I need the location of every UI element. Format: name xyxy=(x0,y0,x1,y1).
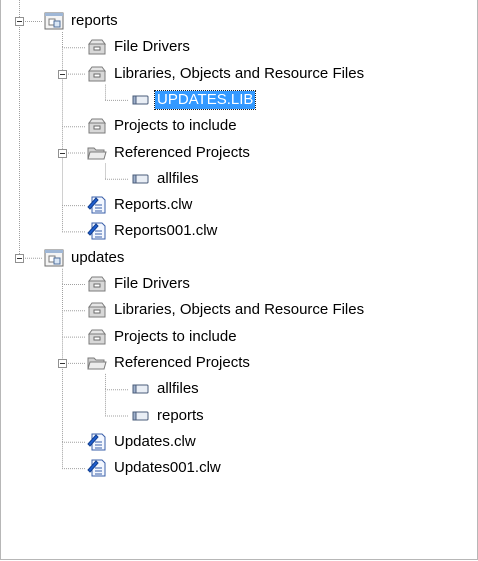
tree-node-label: File Drivers xyxy=(114,275,190,292)
tree-node-label: Updates.clw xyxy=(114,432,196,450)
project-icon xyxy=(44,249,64,267)
tree-node-label: Referenced Projects xyxy=(114,143,250,161)
tree-node-label: reports xyxy=(71,12,118,29)
tree-node-label: Updates001.clw xyxy=(114,459,221,477)
file-item-icon xyxy=(130,91,150,109)
tree-node-updates-lib[interactable]: UPDATES.LIB xyxy=(130,89,257,111)
tree-node-referenced-projects[interactable]: Referenced Projects xyxy=(87,142,252,164)
tree-node-file-drivers[interactable]: File Drivers xyxy=(87,36,192,58)
collapse-toggle-icon[interactable] xyxy=(58,358,67,368)
tree-node-label: Libraries, Objects and Resource Files xyxy=(114,301,365,319)
tree-node-label: Libraries, Objects and Resource Files xyxy=(114,64,365,82)
tree-node-file-drivers[interactable]: File Drivers xyxy=(87,273,192,295)
drawer-icon xyxy=(87,117,107,135)
tree-node-reports001-clw[interactable]: Reports001.clw xyxy=(87,220,219,242)
tree-node-updates-clw[interactable]: Updates.clw xyxy=(87,431,198,453)
drawer-icon xyxy=(87,328,107,346)
tree-node-label: Projects to include xyxy=(114,117,237,135)
tree-node-updates001-clw[interactable]: Updates001.clw xyxy=(87,457,223,479)
tree-node-libraries-objects-and-resource-files[interactable]: Libraries, Objects and Resource Files xyxy=(87,63,366,85)
collapse-toggle-icon[interactable] xyxy=(15,17,24,26)
clw-file-icon xyxy=(87,196,107,214)
collapse-toggle-icon[interactable] xyxy=(58,69,67,79)
drawer-icon xyxy=(87,275,107,293)
tree-node-label: File Drivers xyxy=(114,38,190,56)
tree-node-label: UPDATES.LIB xyxy=(153,89,257,110)
tree-node-updates[interactable]: updates xyxy=(44,247,126,269)
tree-node-label: allfiles xyxy=(157,380,199,398)
tree-node-label: Referenced Projects xyxy=(114,353,250,371)
tree-node-reports-clw[interactable]: Reports.clw xyxy=(87,194,194,216)
tree-node-allfiles[interactable]: allfiles xyxy=(130,168,201,190)
tree-node-label: updates xyxy=(71,248,125,266)
tree-node-projects-to-include[interactable]: Projects to include xyxy=(87,326,239,348)
tree-node-libraries-objects-and-resource-files[interactable]: Libraries, Objects and Resource Files xyxy=(87,299,366,321)
clw-file-icon xyxy=(87,459,107,477)
tree-node-reports[interactable]: reports xyxy=(130,405,206,427)
drawer-icon xyxy=(87,301,107,319)
clw-file-icon xyxy=(87,222,107,240)
tree-node-label: Reports.clw xyxy=(114,196,193,214)
tree-node-label: allfiles xyxy=(157,169,199,187)
tree-node-reports[interactable]: reports xyxy=(44,10,120,32)
clw-file-icon xyxy=(87,433,107,451)
tree-node-label: Projects to include xyxy=(114,327,237,345)
tree-node-label: Reports001.clw xyxy=(114,222,218,240)
tree-node-label: reports xyxy=(157,406,204,424)
tree-node-referenced-projects[interactable]: Referenced Projects xyxy=(87,352,252,374)
folder-open-icon xyxy=(87,354,107,372)
drawer-icon xyxy=(87,38,107,56)
file-item-icon xyxy=(130,380,150,398)
drawer-icon xyxy=(87,65,107,83)
collapse-toggle-icon[interactable] xyxy=(58,148,67,158)
project-icon xyxy=(44,12,64,30)
tree-node-allfiles[interactable]: allfiles xyxy=(130,378,201,400)
file-item-icon xyxy=(130,407,150,425)
file-item-icon xyxy=(130,170,150,188)
project-tree-panel: reports File Drivers Libraries, Objects an… xyxy=(0,0,478,560)
folder-open-icon xyxy=(87,144,107,162)
tree-node-projects-to-include[interactable]: Projects to include xyxy=(87,115,239,137)
collapse-toggle-icon[interactable] xyxy=(15,253,24,263)
